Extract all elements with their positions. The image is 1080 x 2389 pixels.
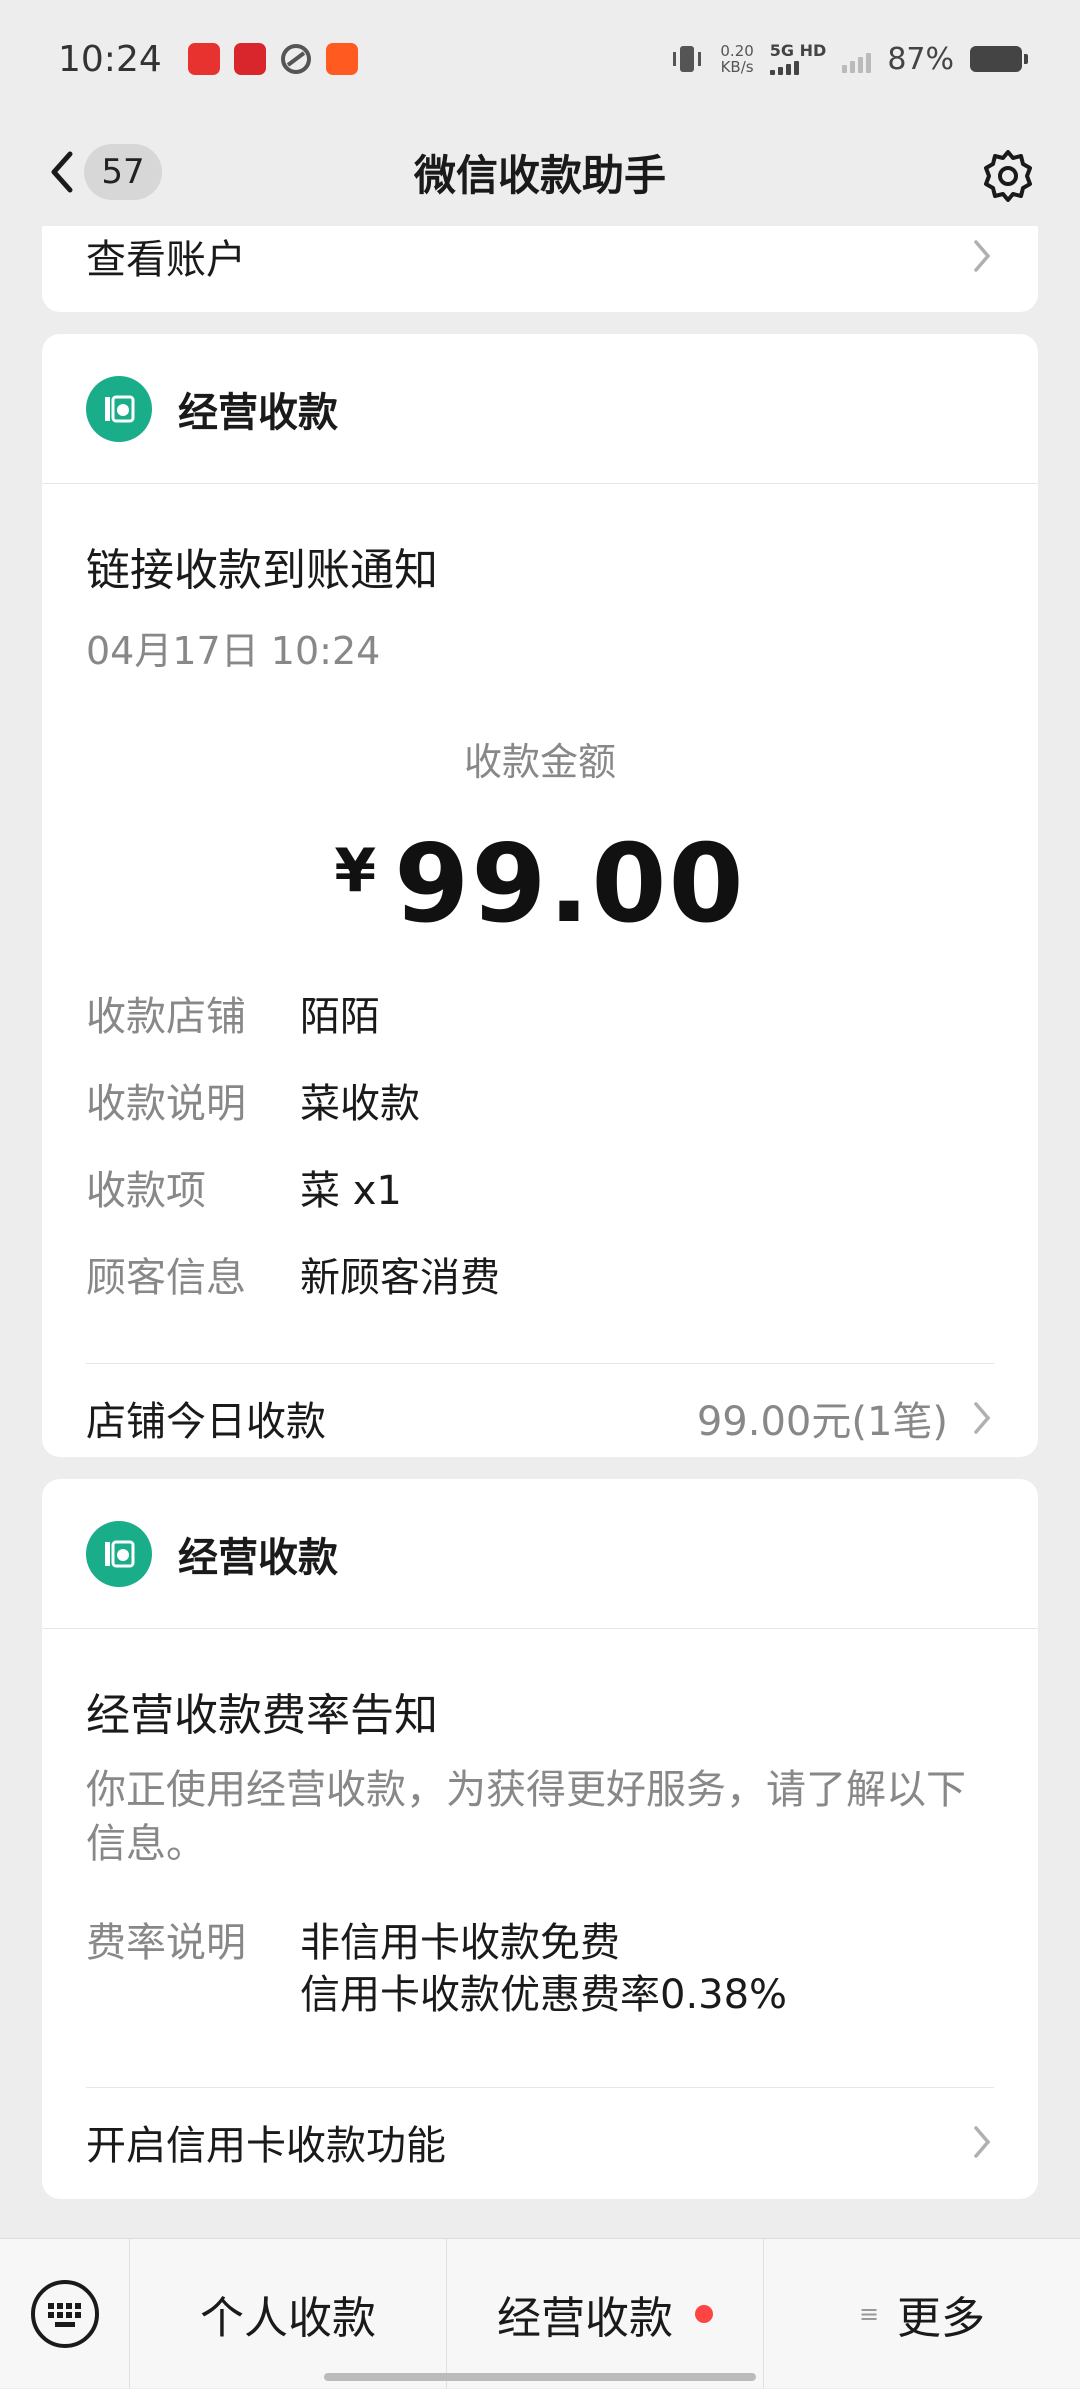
status-indicators: 0.20 KB/s 5G HD 87% bbox=[670, 41, 1028, 77]
detail-key: 收款店铺 bbox=[86, 993, 246, 1040]
network-type-label: 5G HD bbox=[769, 41, 827, 60]
signal-strength-icon-2 bbox=[842, 45, 872, 73]
menu-item-label: 个人收款 bbox=[200, 2292, 376, 2344]
enable-credit-card-label: 开启信用卡收款功能 bbox=[86, 2123, 446, 2169]
notice-title: 链接收款到账通知 bbox=[86, 545, 438, 596]
payment-notice-card: 经营收款 链接收款到账通知 04月17日 10:24 收款金额 ¥99.00 收… bbox=[42, 334, 1038, 1457]
card-header[interactable]: 经营收款 bbox=[42, 1479, 1038, 1629]
menu-item-label: 更多 bbox=[897, 2292, 986, 2344]
taobao-icon bbox=[325, 43, 358, 75]
notice-time: 04月17日 10:24 bbox=[86, 629, 381, 673]
signal-strength-icon bbox=[769, 59, 827, 75]
view-account-card[interactable]: 查看账户 bbox=[42, 226, 1038, 312]
network-speed-value: 0.20 bbox=[720, 42, 754, 60]
notification-icons bbox=[187, 43, 358, 75]
page-title: 微信收款助手 bbox=[413, 150, 666, 200]
enable-credit-card-link[interactable]: 开启信用卡收款功能 bbox=[42, 2088, 1038, 2196]
battery-icon bbox=[970, 46, 1028, 72]
detail-key: 收款说明 bbox=[86, 1080, 246, 1127]
network-speed-unit: KB/s bbox=[720, 58, 754, 76]
fee-notice-description: 你正使用经营收款，为获得更好服务，请了解以下信息。 bbox=[86, 1767, 966, 1867]
app-notification-icon bbox=[233, 43, 266, 75]
business-payment-logo-icon bbox=[86, 375, 152, 442]
vibrate-icon bbox=[673, 46, 702, 72]
bottom-menu-bar: 个人收款 经营收款 ≡ 更多 bbox=[0, 2238, 1080, 2389]
amount-display: ¥99.00 bbox=[42, 822, 1038, 947]
keyboard-icon bbox=[30, 2279, 99, 2348]
status-bar: 10:24 0.20 KB/s 5G HD 87% bbox=[0, 0, 1080, 118]
submenu-list-icon: ≡ bbox=[858, 2299, 880, 2328]
card-header-title: 经营收款 bbox=[178, 1534, 338, 1581]
card-header[interactable]: 经营收款 bbox=[42, 334, 1038, 484]
fee-line-2: 信用卡收款优惠费率0.38% bbox=[300, 1972, 788, 2018]
fee-detail-value: 非信用卡收款免费 信用卡收款优惠费率0.38% bbox=[300, 1917, 787, 2021]
fee-line-1: 非信用卡收款免费 bbox=[300, 1920, 620, 1966]
today-revenue-value: 99.00元(1笔) bbox=[696, 1399, 948, 1445]
detail-row: 收款项 菜 x1 bbox=[42, 1143, 1038, 1230]
today-revenue-label: 店铺今日收款 bbox=[86, 1399, 326, 1445]
network-speed: 0.20 KB/s bbox=[720, 43, 753, 75]
detail-key: 收款项 bbox=[86, 1167, 206, 1214]
today-revenue-row[interactable]: 店铺今日收款 99.00元(1笔) bbox=[42, 1364, 1038, 1472]
fee-detail-row: 费率说明 非信用卡收款免费 信用卡收款优惠费率0.38% bbox=[42, 1871, 1038, 2021]
card-header-title: 经营收款 bbox=[178, 389, 338, 436]
battery-percent: 87% bbox=[887, 41, 954, 77]
unread-dot bbox=[695, 2304, 713, 2323]
chevron-right-icon bbox=[974, 1402, 991, 1434]
keyboard-toggle-button[interactable] bbox=[0, 2238, 130, 2389]
fee-notice-title: 经营收款费率告知 bbox=[86, 1690, 438, 1741]
detail-row: 顾客信息 新顾客消费 bbox=[42, 1230, 1038, 1317]
gear-icon[interactable] bbox=[980, 148, 1036, 204]
detail-row: 收款店铺 陌陌 bbox=[42, 969, 1038, 1056]
nav-bar: 微信收款助手 57 bbox=[0, 118, 1080, 226]
chevron-right-icon bbox=[974, 240, 991, 272]
menu-more[interactable]: ≡ 更多 bbox=[764, 2239, 1080, 2389]
business-payment-logo-icon bbox=[86, 1520, 152, 1587]
view-account-link[interactable]: 查看账户 bbox=[42, 226, 1038, 286]
network-type: 5G HD bbox=[769, 41, 827, 75]
detail-value: 菜收款 bbox=[300, 1080, 420, 1127]
detail-row: 收款说明 菜收款 bbox=[42, 1056, 1038, 1143]
detail-value: 陌陌 bbox=[300, 993, 380, 1040]
menu-business-payment[interactable]: 经营收款 bbox=[447, 2238, 764, 2389]
back-arrow-icon[interactable] bbox=[42, 142, 82, 202]
fee-notice-card: 经营收款 经营收款费率告知 你正使用经营收款，为获得更好服务，请了解以下信息。 … bbox=[42, 1479, 1038, 2199]
view-account-label: 查看账户 bbox=[86, 237, 246, 283]
amount-label: 收款金额 bbox=[463, 740, 616, 784]
home-indicator[interactable] bbox=[324, 2373, 756, 2381]
status-time: 10:24 bbox=[58, 38, 162, 80]
detail-value: 菜 x1 bbox=[300, 1167, 402, 1214]
fee-detail-key: 费率说明 bbox=[86, 1920, 246, 1966]
menu-personal-payment[interactable]: 个人收款 bbox=[130, 2238, 447, 2389]
unread-count-badge[interactable]: 57 bbox=[84, 144, 162, 200]
currency-symbol: ¥ bbox=[334, 836, 377, 906]
detail-key: 顾客信息 bbox=[86, 1254, 246, 1301]
chevron-right-icon bbox=[974, 2126, 991, 2158]
menu-item-label: 经营收款 bbox=[497, 2292, 673, 2344]
app-notification-icon bbox=[187, 43, 220, 75]
link-app-icon bbox=[280, 44, 311, 74]
payment-details: 收款店铺 陌陌 收款说明 菜收款 收款项 菜 x1 顾客信息 新顾客消费 bbox=[42, 969, 1038, 1317]
amount-value: 99.00 bbox=[394, 822, 746, 947]
detail-value: 新顾客消费 bbox=[300, 1254, 500, 1301]
